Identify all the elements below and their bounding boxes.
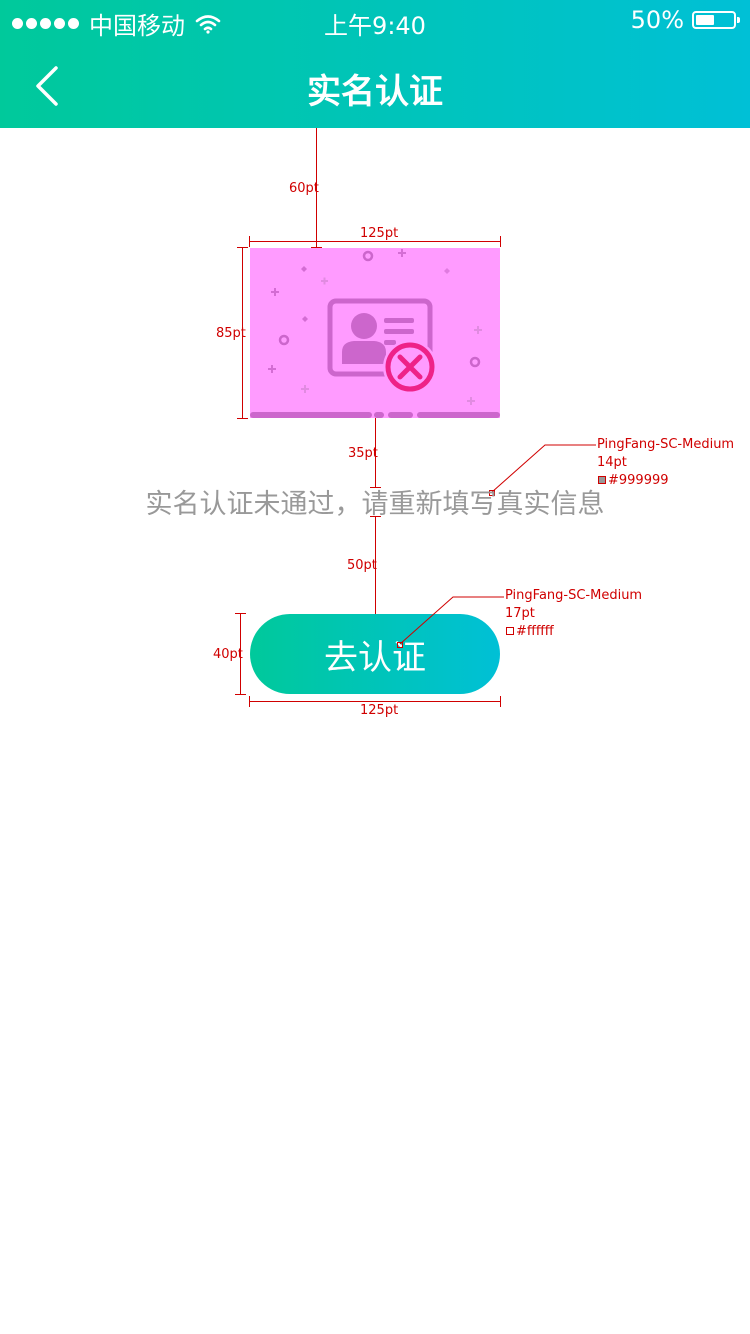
annotation-tick <box>370 516 381 517</box>
annotation-tick <box>249 236 250 247</box>
battery-fill <box>696 15 714 25</box>
annotation-tick <box>500 696 501 707</box>
annotation-leader-line <box>399 596 504 645</box>
annotation-image-width: 125pt <box>360 226 399 241</box>
annotation-tick <box>235 694 246 695</box>
header: 中国移动 上午9:40 50% 实名认证 <box>0 0 750 128</box>
status-bar: 中国移动 上午9:40 50% <box>0 0 750 40</box>
annotation-text-size: 14pt <box>597 455 627 470</box>
annotation-button-size: 17pt <box>505 606 535 621</box>
nav-bar: 实名认证 <box>0 44 750 128</box>
annotation-tick <box>500 236 501 247</box>
status-right: 50% <box>630 6 740 34</box>
page-title: 实名认证 <box>307 72 443 112</box>
annotation-line-button-width <box>250 701 500 702</box>
battery-percent: 50% <box>630 6 684 34</box>
annotation-image-to-text: 35pt <box>348 446 378 461</box>
annotation-tick <box>235 613 246 614</box>
id-card-error-illustration <box>250 248 500 418</box>
annotation-color-swatch <box>506 627 514 635</box>
annotation-button-color: #ffffff <box>516 624 554 639</box>
annotation-image-height: 85pt <box>216 326 246 341</box>
annotation-button-width: 125pt <box>360 703 399 718</box>
annotation-button-height: 40pt <box>213 647 243 662</box>
annotation-tick <box>249 696 250 707</box>
annotation-tick <box>237 418 248 419</box>
annotation-button-font: PingFang-SC-Medium <box>505 588 643 603</box>
annotation-text-font: PingFang-SC-Medium <box>597 437 735 452</box>
annotation-text-to-button: 50pt <box>347 558 377 573</box>
battery-icon <box>692 11 740 29</box>
annotation-line-image-width <box>250 241 500 242</box>
id-card-error-icon <box>250 249 500 418</box>
annotation-top-spacing: 60pt <box>289 181 319 196</box>
annotation-tick <box>237 247 248 248</box>
